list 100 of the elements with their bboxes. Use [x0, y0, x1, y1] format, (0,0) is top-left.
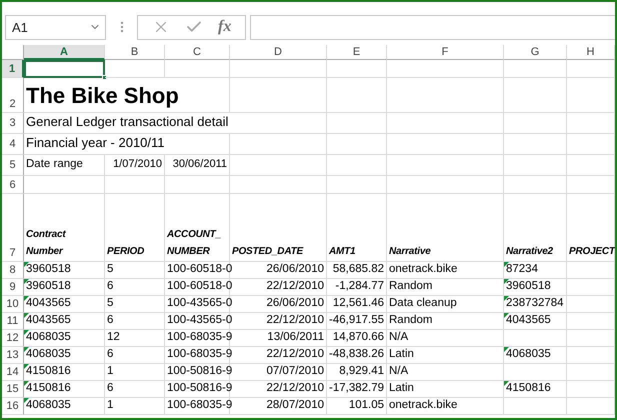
- cell-value: 4150816: [506, 381, 551, 396]
- empty-cell[interactable]: [567, 398, 615, 415]
- empty-cell[interactable]: [567, 113, 615, 134]
- name-box[interactable]: A1: [5, 14, 106, 40]
- cell-value: 1: [107, 364, 114, 379]
- empty-cell[interactable]: [327, 60, 387, 78]
- empty-cell[interactable]: [327, 155, 387, 176]
- empty-cell[interactable]: [504, 176, 567, 194]
- column-header[interactable]: C: [165, 45, 230, 60]
- empty-cell[interactable]: [165, 176, 230, 194]
- cell-value: 3960518: [26, 279, 71, 294]
- empty-cell[interactable]: [567, 60, 615, 78]
- row-header[interactable]: 2: [2, 78, 24, 113]
- empty-cell[interactable]: [24, 176, 105, 194]
- empty-cell[interactable]: [387, 60, 504, 78]
- column-header[interactable]: D: [230, 45, 327, 60]
- empty-cell[interactable]: [504, 155, 567, 176]
- empty-cell[interactable]: [504, 60, 567, 78]
- empty-cell[interactable]: [567, 78, 615, 113]
- column-header[interactable]: F: [387, 45, 504, 60]
- empty-cell[interactable]: [504, 113, 567, 134]
- column-header[interactable]: A: [24, 45, 105, 60]
- empty-cell[interactable]: [567, 176, 615, 194]
- cell-value: 100-68035-9: [167, 330, 232, 345]
- row-header[interactable]: 5: [2, 155, 24, 176]
- empty-cell[interactable]: [567, 262, 615, 279]
- cell-value: -46,917.55: [329, 313, 384, 328]
- select-all-button[interactable]: [2, 45, 24, 60]
- empty-cell[interactable]: [567, 347, 615, 364]
- empty-cell[interactable]: [504, 330, 567, 347]
- cell-value: 5: [107, 296, 114, 311]
- row-header[interactable]: 4: [2, 134, 24, 155]
- row-header[interactable]: 9: [2, 279, 24, 296]
- empty-cell[interactable]: [504, 364, 567, 381]
- row-header[interactable]: 11: [2, 313, 24, 330]
- row-header[interactable]: 6: [2, 176, 24, 194]
- cell-value: 4150816: [26, 364, 71, 379]
- empty-cell[interactable]: [165, 60, 230, 78]
- empty-cell[interactable]: [567, 155, 615, 176]
- empty-cell[interactable]: [567, 279, 615, 296]
- cell-value: 3960518: [26, 262, 71, 277]
- row-header[interactable]: 3: [2, 113, 24, 134]
- column-header[interactable]: H: [567, 45, 615, 60]
- row-header[interactable]: 8: [2, 262, 24, 279]
- empty-cell[interactable]: [504, 398, 567, 415]
- column-header[interactable]: E: [327, 45, 387, 60]
- empty-cell[interactable]: [230, 134, 327, 155]
- empty-cell[interactable]: [230, 176, 327, 194]
- empty-cell[interactable]: [387, 155, 504, 176]
- column-heading: Narrative2: [506, 245, 553, 259]
- row-header[interactable]: 15: [2, 381, 24, 398]
- column-heading: AMT1: [329, 245, 356, 259]
- cell-value: 30/06/2011: [172, 157, 227, 172]
- column-header[interactable]: G: [504, 45, 567, 60]
- empty-cell[interactable]: [327, 113, 387, 134]
- empty-cell[interactable]: [327, 134, 387, 155]
- empty-cell[interactable]: [567, 313, 615, 330]
- empty-cell[interactable]: [230, 60, 327, 78]
- empty-cell[interactable]: [567, 364, 615, 381]
- row-header[interactable]: 7: [2, 194, 24, 262]
- selected-cell[interactable]: [24, 60, 105, 78]
- empty-cell[interactable]: [567, 296, 615, 313]
- cell-value: 26/06/2010: [266, 262, 324, 277]
- row-header[interactable]: 10: [2, 296, 24, 313]
- formula-input[interactable]: [250, 14, 615, 40]
- empty-cell[interactable]: [567, 330, 615, 347]
- row-header[interactable]: 16: [2, 398, 24, 415]
- empty-cell[interactable]: [504, 78, 567, 113]
- cell-value: -1,284.77: [335, 279, 384, 294]
- cell-value: 12,561.46: [332, 296, 384, 311]
- empty-cell[interactable]: [567, 381, 615, 398]
- cell-value: General Ledger transactional detail: [26, 114, 228, 131]
- empty-cell[interactable]: [105, 60, 165, 78]
- row-header[interactable]: 14: [2, 364, 24, 381]
- cell-value: 238732784: [506, 296, 564, 311]
- cell-value: 6: [107, 381, 114, 396]
- column-header[interactable]: B: [105, 45, 165, 60]
- empty-cell[interactable]: [387, 176, 504, 194]
- insert-function-button[interactable]: fx: [218, 18, 232, 36]
- empty-cell[interactable]: [387, 134, 504, 155]
- empty-cell[interactable]: [105, 176, 165, 194]
- empty-cell[interactable]: [327, 176, 387, 194]
- row-header[interactable]: 12: [2, 330, 24, 347]
- row-header[interactable]: 1: [2, 60, 24, 78]
- empty-cell[interactable]: [504, 134, 567, 155]
- cell-value: 100-50816-9: [167, 364, 232, 379]
- cell-value: 8,929.41: [339, 364, 384, 379]
- empty-cell[interactable]: [567, 134, 615, 155]
- row-header[interactable]: 13: [2, 347, 24, 364]
- empty-cell[interactable]: [230, 78, 327, 113]
- column-heading: POSTED_DATE: [232, 245, 303, 259]
- cell-value: -48,838.26: [329, 347, 384, 362]
- empty-cell[interactable]: [327, 78, 387, 113]
- cell-value: 26/06/2010: [266, 296, 324, 311]
- empty-cell[interactable]: [230, 155, 327, 176]
- column-heading: ACCOUNT_NUMBER: [167, 228, 222, 259]
- cell-value: 100-60518-0: [167, 262, 232, 277]
- empty-cell[interactable]: [387, 78, 504, 113]
- cell-value: Date range: [26, 157, 83, 172]
- empty-cell[interactable]: [387, 113, 504, 134]
